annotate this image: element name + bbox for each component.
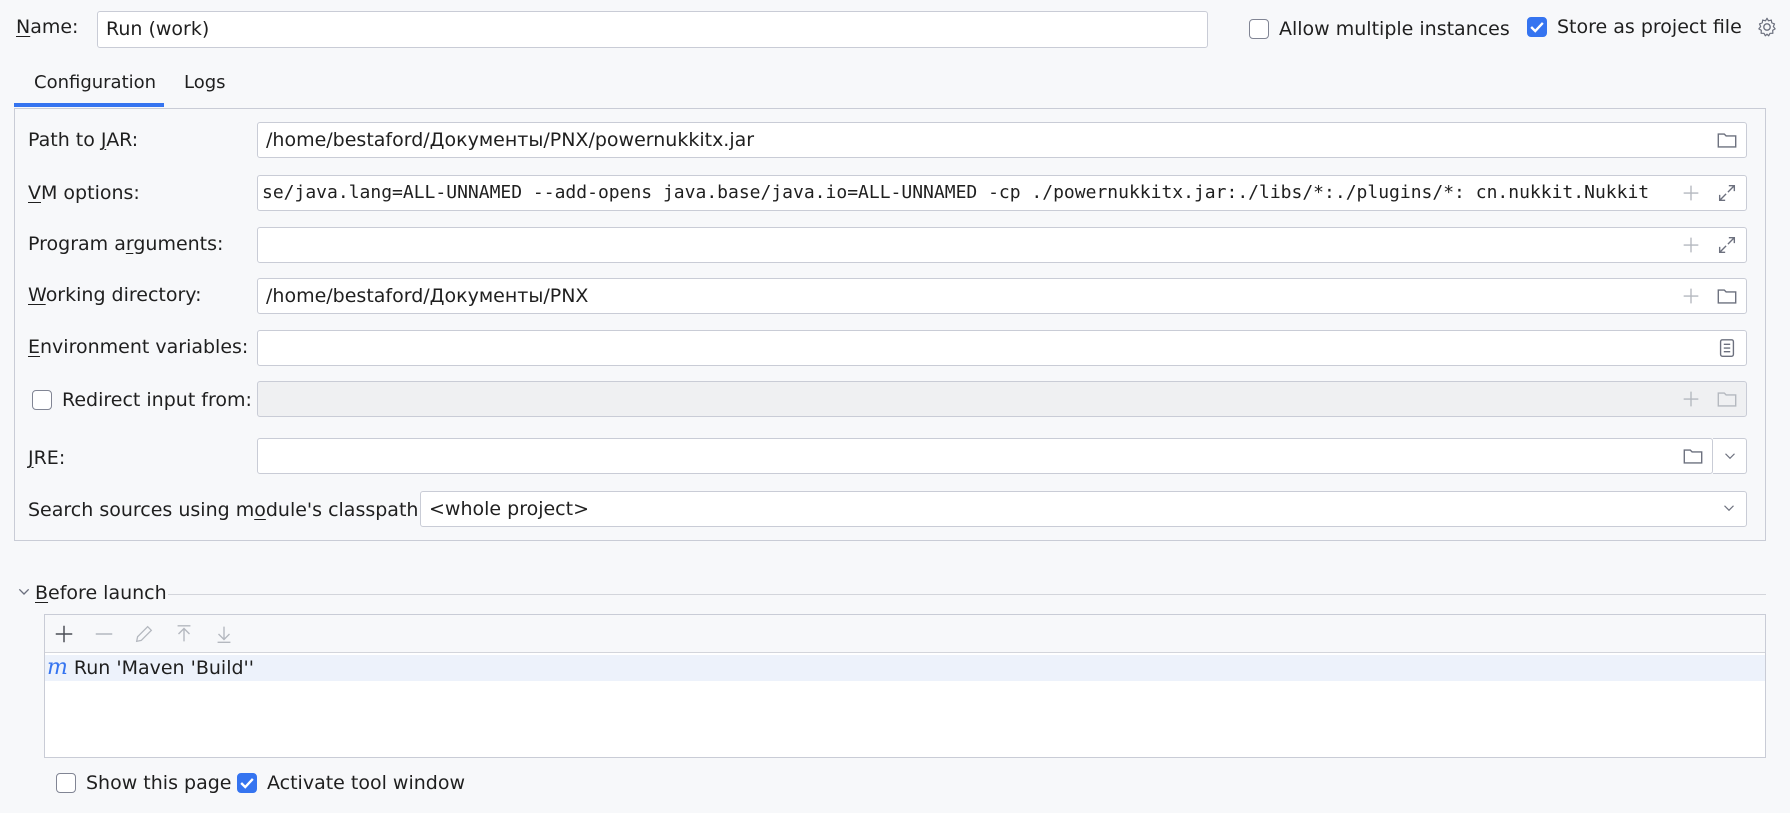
before-launch-toolbar bbox=[45, 615, 1765, 653]
working-directory-value: /home/bestaford/Документы/PNX bbox=[266, 285, 589, 307]
tab-logs[interactable]: Logs bbox=[184, 72, 226, 93]
move-up-icon[interactable] bbox=[173, 623, 195, 645]
add-icon[interactable] bbox=[1680, 285, 1702, 307]
vm-options-label: VM options: bbox=[28, 182, 140, 204]
show-this-page-label: Show this page bbox=[86, 772, 232, 794]
redirect-input-checkbox[interactable]: Redirect input from: bbox=[32, 389, 252, 411]
environment-variables-label: Environment variables: bbox=[28, 336, 249, 358]
allow-multiple-label: Allow multiple instances bbox=[1279, 18, 1510, 40]
name-label: Name: bbox=[16, 16, 79, 38]
allow-multiple-instances-checkbox[interactable]: Allow multiple instances bbox=[1249, 18, 1510, 40]
jre-dropdown-button[interactable] bbox=[1713, 438, 1747, 474]
checkbox-box[interactable] bbox=[1249, 19, 1269, 39]
collapse-chevron-icon[interactable] bbox=[16, 584, 32, 600]
vm-options-value: se/java.lang=ALL-UNNAMED --add-opens jav… bbox=[262, 182, 1650, 203]
vm-options-field[interactable]: se/java.lang=ALL-UNNAMED --add-opens jav… bbox=[257, 175, 1747, 211]
redirect-input-label: Redirect input from: bbox=[62, 389, 252, 411]
folder-icon[interactable] bbox=[1716, 285, 1738, 307]
document-list-icon[interactable] bbox=[1716, 337, 1738, 359]
remove-icon[interactable] bbox=[93, 623, 115, 645]
module-classpath-value: <whole project> bbox=[429, 498, 589, 520]
list-item-label: Run 'Maven 'Build'' bbox=[73, 657, 254, 679]
expand-icon[interactable] bbox=[1716, 182, 1738, 204]
add-icon bbox=[1683, 391, 1699, 407]
store-as-project-file-checkbox[interactable]: Store as project file bbox=[1527, 16, 1778, 38]
activate-tool-window-label: Activate tool window bbox=[267, 772, 466, 794]
checkbox-box[interactable] bbox=[237, 773, 257, 793]
folder-icon bbox=[1717, 392, 1737, 407]
module-classpath-select[interactable]: <whole project> bbox=[420, 491, 1747, 527]
chevron-down-icon bbox=[1724, 453, 1735, 460]
gear-icon[interactable] bbox=[1756, 16, 1778, 38]
active-tab-indicator bbox=[14, 103, 164, 107]
tab-configuration[interactable]: Configuration bbox=[34, 72, 156, 93]
activate-tool-window-checkbox[interactable]: Activate tool window bbox=[237, 772, 465, 794]
program-arguments-field[interactable] bbox=[257, 227, 1747, 263]
move-down-icon[interactable] bbox=[213, 623, 235, 645]
path-to-jar-value: /home/bestaford/Документы/PNX/powernukki… bbox=[266, 129, 755, 151]
redirect-input-field bbox=[257, 381, 1747, 417]
checkbox-box[interactable] bbox=[1527, 17, 1547, 37]
working-directory-label: Working directory: bbox=[28, 284, 202, 306]
path-to-jar-field[interactable]: /home/bestaford/Документы/PNX/powernukki… bbox=[257, 122, 1747, 158]
jre-field[interactable] bbox=[257, 438, 1713, 474]
before-launch-title[interactable]: Before launch bbox=[35, 582, 167, 604]
program-arguments-label: Program arguments: bbox=[28, 233, 224, 255]
checkbox-box[interactable] bbox=[32, 390, 52, 410]
list-item[interactable]: m Run 'Maven 'Build'' bbox=[45, 655, 1765, 681]
expand-icon[interactable] bbox=[1716, 234, 1738, 256]
add-icon[interactable] bbox=[1680, 182, 1702, 204]
show-this-page-checkbox[interactable]: Show this page bbox=[56, 772, 231, 794]
maven-icon: m bbox=[47, 655, 68, 680]
add-icon[interactable] bbox=[1680, 234, 1702, 256]
store-project-label: Store as project file bbox=[1557, 16, 1742, 38]
checkbox-box[interactable] bbox=[56, 773, 76, 793]
edit-icon[interactable] bbox=[133, 623, 155, 645]
before-launch-divider bbox=[168, 594, 1766, 595]
name-input[interactable]: Run (work) bbox=[97, 11, 1208, 48]
search-sources-label: Search sources using module's classpath: bbox=[28, 499, 425, 521]
chevron-down-icon bbox=[1724, 505, 1734, 512]
environment-variables-field[interactable] bbox=[257, 330, 1747, 366]
before-launch-list: m Run 'Maven 'Build'' bbox=[44, 614, 1766, 758]
working-directory-field[interactable]: /home/bestaford/Документы/PNX bbox=[257, 278, 1747, 314]
configuration-panel bbox=[14, 108, 1766, 541]
folder-icon[interactable] bbox=[1716, 129, 1738, 151]
path-to-jar-label: Path to JAR: bbox=[28, 129, 139, 151]
add-icon[interactable] bbox=[53, 623, 75, 645]
jre-label: JRE: bbox=[28, 447, 66, 469]
folder-icon[interactable] bbox=[1682, 445, 1704, 467]
